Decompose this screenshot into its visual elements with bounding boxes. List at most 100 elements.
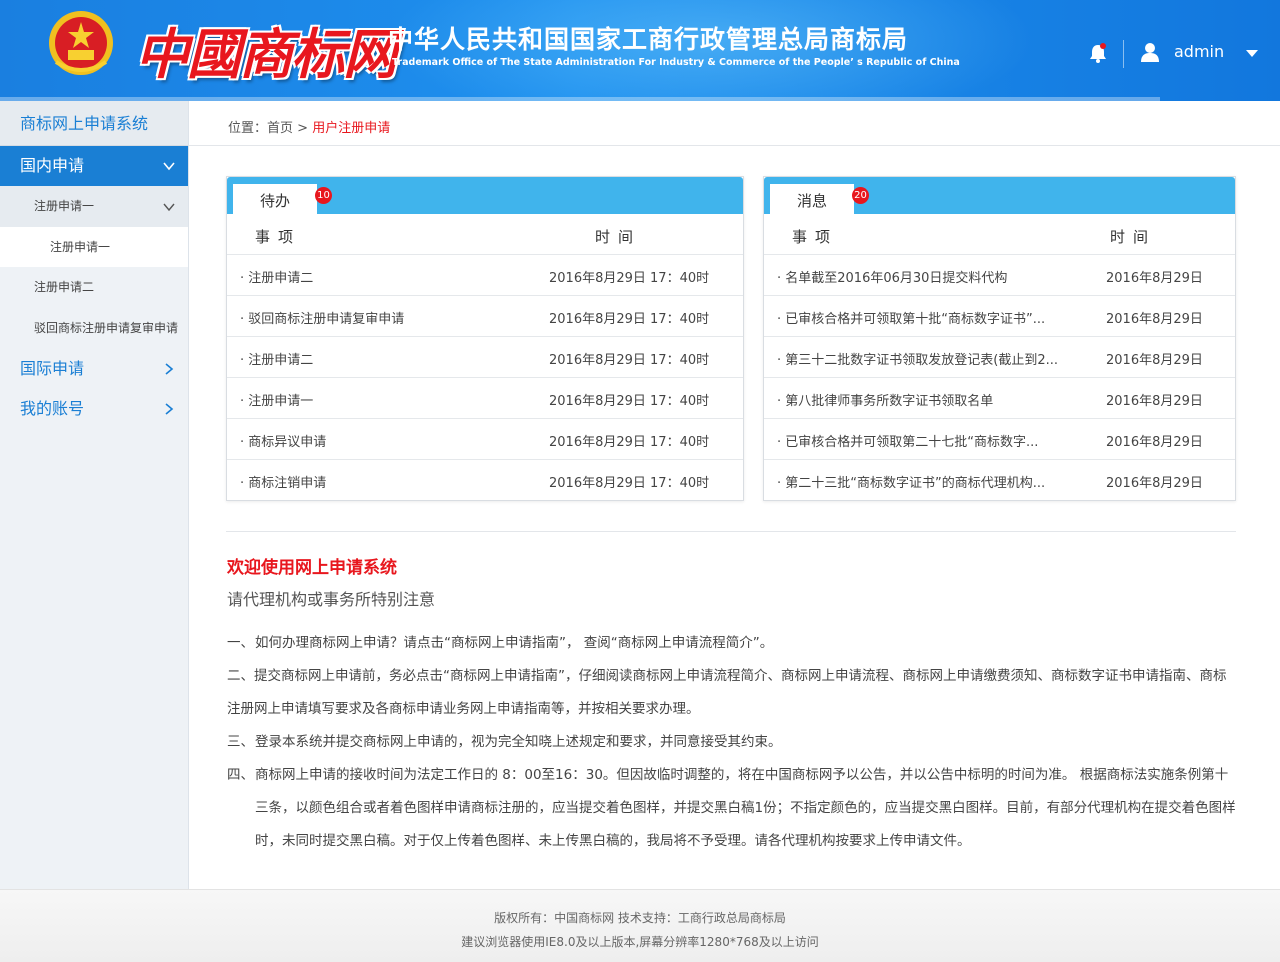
panel-header: 待办 10	[227, 177, 743, 214]
table-header: 事项 时间	[764, 214, 1235, 255]
row-time: 2016年8月29日	[1106, 435, 1203, 450]
notice-rules: 一、 如何办理商标网上申请？请点击“商标网上申请指南”， 查阅“商标网上申请流程简…	[227, 627, 1237, 858]
table-row[interactable]: · 注册申请二 2016年8月29日 17：40时	[227, 255, 743, 296]
sidebar-item-label: 注册申请一	[34, 199, 95, 213]
footer-browser-note: 建议浏览器使用IE8.0及以上版本,屏幕分辨率1280*768及以上访问	[461, 935, 819, 949]
rule-text: 如何办理商标网上申请？请点击“商标网上申请指南”， 查阅“商标网上申请流程简介”…	[255, 635, 774, 651]
divider	[226, 531, 1236, 532]
sidebar-item-reject-review[interactable]: 驳回商标注册申请复审申请	[0, 308, 188, 349]
sidebar-item-domestic[interactable]: 国内申请	[0, 146, 188, 186]
count-badge: 20	[852, 187, 869, 204]
sidebar-item-reg2[interactable]: 注册申请二	[0, 267, 188, 308]
rule-item: 二、提交商标网上申请前，务必点击“商标网上申请指南”，仔细阅读商标网上申请流程简…	[227, 660, 1237, 726]
table-row[interactable]: · 注册申请二 2016年8月29日 17：40时	[227, 337, 743, 378]
rule-number: 二、	[227, 668, 254, 684]
footer-copyright: 版权所有：中国商标网 技术支持：工商行政总局商标局	[494, 911, 786, 925]
sidebar-item-account[interactable]: 我的账号	[0, 389, 188, 429]
rule-item: 三、 登录本系统并提交商标网上申请的，视为完全知晓上述规定和要求，并同意接受其约束…	[227, 726, 1237, 759]
row-time: 2016年8月29日 17：40时	[549, 271, 710, 286]
tab-label: 待办	[259, 192, 290, 210]
messages-panel: 消息 20 事项 时间 · 名单截至2016年06月30日提交料代构 2016年8…	[763, 176, 1236, 501]
breadcrumb-sep: >	[297, 121, 309, 136]
row-title[interactable]: · 第八批律师事务所数字证书领取名单	[777, 390, 1077, 409]
caret-down-icon[interactable]	[1245, 48, 1259, 58]
rule-number: 三、	[227, 734, 254, 750]
row-time: 2016年8月29日	[1106, 353, 1203, 368]
username[interactable]: admin	[1174, 42, 1224, 61]
row-title[interactable]: · 第二十三批“商标数字证书”的商标代理机构...	[777, 472, 1077, 491]
table-row[interactable]: · 商标异议申请 2016年8月29日 17：40时	[227, 419, 743, 460]
sidebar-item-label: 国际申请	[20, 359, 85, 378]
sidebar-item-reg1[interactable]: 注册申请一	[0, 186, 188, 227]
sidebar-item-reg1-sub[interactable]: 注册申请一	[0, 227, 188, 267]
footer: 版权所有：中国商标网 技术支持：工商行政总局商标局 建议浏览器使用IE8.0及以…	[0, 889, 1280, 962]
rule-number: 四、	[227, 767, 254, 783]
col-item: 事项	[255, 228, 302, 246]
col-item: 事项	[792, 228, 839, 246]
rule-text: 提交商标网上申请前，务必点击“商标网上申请指南”，仔细阅读商标网上申请流程简介、…	[227, 668, 1227, 717]
breadcrumb-current: 用户注册申请	[312, 121, 391, 136]
table-row[interactable]: · 商标注销申请 2016年8月29日 17：40时	[227, 460, 743, 501]
count-badge: 10	[315, 187, 332, 204]
row-time: 2016年8月29日 17：40时	[549, 476, 710, 491]
row-title[interactable]: · 第三十二批数字证书领取发放登记表(截止到2...	[777, 349, 1077, 368]
org-title: 中华人民共和国国家工商行政管理总局商标局	[388, 25, 909, 54]
row-title[interactable]: · 驳回商标注册申请复审申请	[240, 308, 530, 327]
breadcrumb: 位置：首页 > 用户注册申请	[228, 117, 390, 136]
row-time: 2016年8月29日	[1106, 476, 1203, 491]
row-time: 2016年8月29日	[1106, 312, 1203, 327]
rule-text: 商标网上申请的接收时间为法定工作日的 8：00至16：30。但因故临时调整的，将…	[255, 767, 1236, 849]
breadcrumb-bar: 位置：首页 > 用户注册申请	[189, 101, 1280, 146]
chevron-right-icon	[165, 363, 174, 375]
todo-panel: 待办 10 事项 时间 · 注册申请二 2016年8月29日 17：40时 · 驳…	[226, 176, 744, 501]
row-title[interactable]: · 商标异议申请	[240, 431, 530, 450]
row-title[interactable]: · 名单截至2016年06月30日提交料代构	[777, 267, 1077, 286]
app-header: 中國商标网 中华人民共和国国家工商行政管理总局商标局 Trademark Off…	[0, 0, 1280, 101]
table-row[interactable]: · 名单截至2016年06月30日提交料代构 2016年8月29日	[764, 255, 1235, 296]
table-header: 事项 时间	[227, 214, 743, 255]
welcome-title: 欢迎使用网上申请系统	[227, 558, 397, 578]
sidebar: 商标网上申请系统 国内申请 注册申请一 注册申请一 注册申请二 驳回商标注册申请…	[0, 101, 189, 889]
panel-header: 消息 20	[764, 177, 1235, 214]
table-row[interactable]: · 第八批律师事务所数字证书领取名单 2016年8月29日	[764, 378, 1235, 419]
tab-messages[interactable]: 消息 20	[770, 184, 869, 214]
notice-subtitle: 请代理机构或事务所特别注意	[227, 590, 436, 609]
row-title[interactable]: · 注册申请二	[240, 349, 530, 368]
row-time: 2016年8月29日	[1106, 394, 1203, 409]
table-row[interactable]: · 已审核合格并可领取第十批“商标数字证书”... 2016年8月29日	[764, 296, 1235, 337]
row-title[interactable]: · 注册申请一	[240, 390, 530, 409]
tab-todo[interactable]: 待办 10	[233, 184, 332, 214]
rule-number: 一、	[227, 635, 254, 651]
row-title[interactable]: · 已审核合格并可领取第二十七批“商标数字...	[777, 431, 1077, 450]
row-time: 2016年8月29日 17：40时	[549, 435, 710, 450]
breadcrumb-label: 位置：	[228, 121, 268, 136]
table-row[interactable]: · 注册申请一 2016年8月29日 17：40时	[227, 378, 743, 419]
row-time: 2016年8月29日 17：40时	[549, 312, 710, 327]
chevron-down-icon	[163, 203, 175, 211]
row-time: 2016年8月29日 17：40时	[549, 394, 710, 409]
col-time: 时间	[1110, 228, 1157, 246]
tab-label: 消息	[796, 192, 827, 210]
rule-text: 登录本系统并提交商标网上申请的，视为完全知晓上述规定和要求，并同意接受其约束。	[255, 734, 782, 750]
national-emblem-icon	[49, 11, 113, 75]
sidebar-item-intl[interactable]: 国际申请	[0, 349, 188, 389]
row-title[interactable]: · 商标注销申请	[240, 472, 530, 491]
org-subtitle: Trademark Office of The State Administra…	[392, 57, 960, 68]
rule-item: 一、 如何办理商标网上申请？请点击“商标网上申请指南”， 查阅“商标网上申请流程简…	[227, 627, 1237, 660]
rule-item: 四、 商标网上申请的接收时间为法定工作日的 8：00至16：30。但因故临时调整的…	[227, 759, 1237, 858]
header-divider	[1123, 40, 1124, 68]
table-row[interactable]: · 已审核合格并可领取第二十七批“商标数字... 2016年8月29日	[764, 419, 1235, 460]
chevron-right-icon	[165, 403, 174, 415]
row-title[interactable]: · 已审核合格并可领取第十批“商标数字证书”...	[777, 308, 1077, 327]
brand-logo[interactable]: 中國商标网	[135, 10, 397, 89]
breadcrumb-home[interactable]: 首页	[267, 121, 293, 136]
chevron-down-icon	[163, 162, 175, 171]
sidebar-item-label: 国内申请	[20, 156, 85, 175]
table-row[interactable]: · 第二十三批“商标数字证书”的商标代理机构... 2016年8月29日	[764, 460, 1235, 501]
row-time: 2016年8月29日 17：40时	[549, 353, 710, 368]
user-icon	[1141, 43, 1159, 62]
bell-icon[interactable]	[1087, 42, 1109, 64]
table-row[interactable]: · 第三十二批数字证书领取发放登记表(截止到2... 2016年8月29日	[764, 337, 1235, 378]
row-title[interactable]: · 注册申请二	[240, 267, 530, 286]
table-row[interactable]: · 驳回商标注册申请复审申请 2016年8月29日 17：40时	[227, 296, 743, 337]
